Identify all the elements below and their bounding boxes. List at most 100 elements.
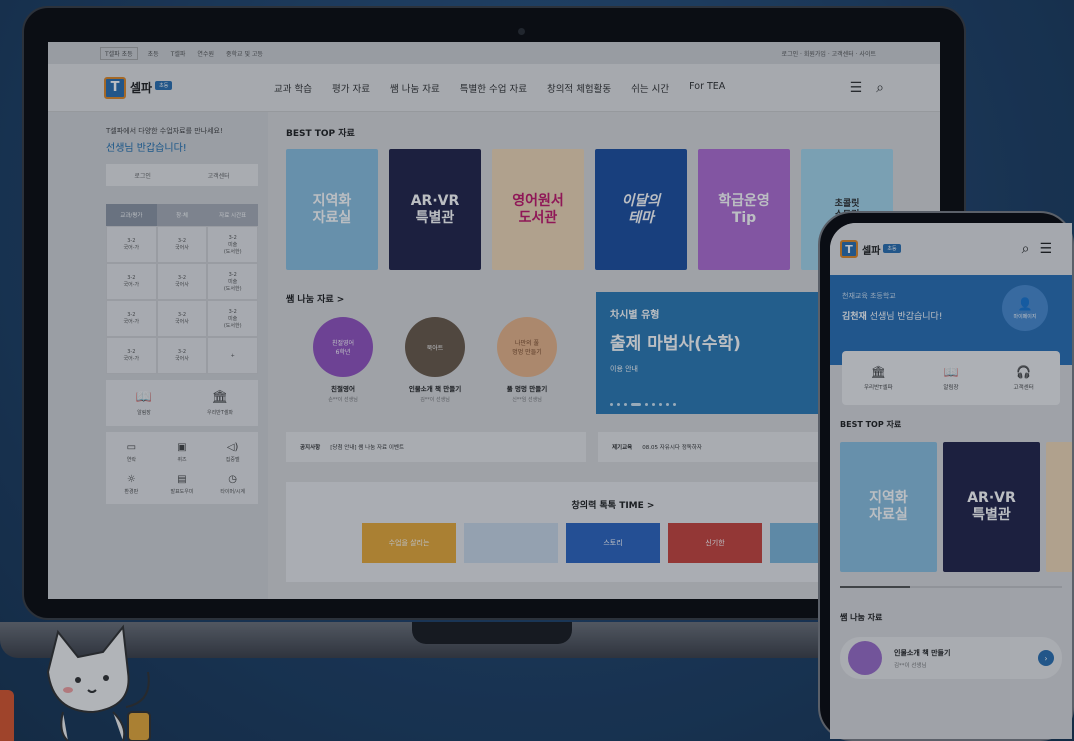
topbar-link[interactable]: T셀파: [171, 49, 186, 58]
share-item[interactable]: 인물소개 책 만들기 김**이 선생님 ›: [840, 637, 1062, 679]
nav-item[interactable]: 평가 자료: [332, 81, 370, 95]
banner-pagination[interactable]: [610, 403, 676, 406]
subject-cell[interactable]: 3-2 국어-가: [106, 300, 157, 337]
quick-links-2: 📖 알림장 🏛 우리반T셀파: [106, 380, 258, 426]
subject-cell[interactable]: 3-2 국어-가: [106, 337, 157, 374]
main-nav: 교과 학습 평가 자료 쌤 나눔 자료 특별한 수업 자료 창의적 체험활동 쉬…: [274, 81, 725, 95]
share-thumb: 친절영어 6학년: [313, 317, 373, 377]
nav-item[interactable]: For TEA: [689, 81, 725, 95]
best-card[interactable]: 학급운영 Tip: [698, 149, 790, 270]
tab-timetable[interactable]: 자료 시간표: [207, 204, 259, 226]
login-link[interactable]: 로그인: [134, 171, 151, 180]
nav-item[interactable]: 특별한 수업 자료: [460, 81, 527, 95]
tool-label: 환경판: [124, 488, 139, 495]
tool-label: 발표도우미: [170, 488, 194, 495]
share-item[interactable]: 북아트 인물소개 책 만들기 김**이 선생님: [400, 317, 470, 403]
tool-label: 타이머/시계: [220, 488, 245, 495]
creative-card[interactable]: [464, 523, 558, 563]
support-link[interactable]: 고객센터: [208, 171, 230, 180]
phone-logo[interactable]: T 셀파 초등: [840, 240, 1010, 258]
best-card[interactable]: 지역화 자료실: [840, 442, 937, 572]
tool-env[interactable]: ☼ 환경판: [106, 468, 157, 500]
quick-label: 알림장: [943, 385, 959, 391]
banner-tag: 차시별 유형: [610, 310, 660, 321]
quick-support[interactable]: 🎧 고객센터: [987, 351, 1060, 405]
best-card[interactable]: 이달의 테마: [595, 149, 687, 270]
topbar-link[interactable]: 초등: [148, 49, 159, 58]
notice-label: 공지사항: [300, 445, 321, 451]
share-item[interactable]: 친절영어 6학년 친절영어 손**이 선생님: [308, 317, 378, 403]
share-item-title: 인물소개 책 만들기: [408, 385, 462, 393]
creative-card[interactable]: 수업을 살리는: [362, 523, 456, 563]
topbar-link[interactable]: 중학교 및 고등: [226, 49, 263, 58]
speaker-icon: ◁): [226, 441, 239, 453]
subject-cell[interactable]: 3-2 국어사: [156, 300, 208, 337]
tool-label: 연락: [126, 456, 136, 463]
notice-board-button[interactable]: 📖 알림장: [106, 380, 182, 426]
best-card[interactable]: 지역화 자료실: [286, 149, 378, 270]
site-logo[interactable]: T 셀파 초등: [104, 76, 274, 99]
creative-card[interactable]: 신기한: [668, 523, 762, 563]
best-card-partial[interactable]: [1046, 442, 1072, 572]
notice-bar[interactable]: 제기교육 08.05 자유시다 정독하자: [598, 432, 828, 462]
subject-cell[interactable]: 3-2 국어-가: [106, 263, 157, 300]
tool-timer[interactable]: ◷ 타이머/시계: [207, 468, 258, 500]
tab-subject[interactable]: 교과/평가: [106, 204, 157, 226]
phone-screen: T 셀파 초등 ⌕ ☰ 천재교육 초등학교 김천재 선생님 반갑습니다! 👤 마…: [830, 223, 1072, 739]
nav-item[interactable]: 쌤 나눔 자료: [390, 81, 440, 95]
best-card[interactable]: 영어원서 도서관: [492, 149, 584, 270]
subject-cell[interactable]: 3-2 국어사: [156, 263, 208, 300]
notice-label: 제기교육: [612, 445, 633, 451]
promo-banner[interactable]: 차시별 유형 출제 마법사(수학) 이용 안내: [596, 292, 836, 414]
tool-contact[interactable]: ▭ 연락: [106, 436, 157, 468]
search-icon[interactable]: ⌕: [1022, 241, 1030, 257]
t-logo-icon: T: [104, 76, 126, 99]
creative-card[interactable]: 스토리: [566, 523, 660, 563]
quick-myclass[interactable]: 🏛 우리반T셀파: [842, 351, 915, 405]
quick-label: 알림장: [137, 410, 151, 416]
share-item[interactable]: 나만의 풀 멍멍 만들기 풀 멍멍 만들기 신**임 선생님: [492, 317, 562, 403]
share-title[interactable]: 쌤 나눔 자료 >: [286, 292, 586, 305]
notice-bar[interactable]: 공지사항 [당첨 안내] 쌤 나눔 자료 이벤트: [286, 432, 586, 462]
logo-text: 셀파: [862, 245, 881, 257]
logo-badge: 초등: [155, 80, 173, 90]
tab-activity[interactable]: 창·체: [156, 204, 208, 226]
topbar-link[interactable]: 연수원: [197, 49, 214, 58]
banner-title: 출제 마법사(수학): [610, 334, 741, 354]
tool-presenter[interactable]: ▤ 발표도우미: [157, 468, 208, 500]
search-icon[interactable]: ⌕: [876, 80, 884, 96]
sidebar-tabs: 교과/평가 창·체 자료 시간표: [106, 204, 259, 226]
subject-cell[interactable]: 3-2 국어사: [156, 226, 208, 263]
my-class-button[interactable]: 🏛 우리반T셀파: [182, 380, 258, 426]
laptop-screen: T셀파 초등 초등 T셀파 연수원 중학교 및 고등 로그인 · 회원가입 · …: [48, 42, 940, 599]
nav-item[interactable]: 교과 학습: [274, 81, 312, 95]
site-body: T셀파에서 다양한 수업자료를 만나세요! 선생님 반갑습니다! 로그인 고객센…: [48, 112, 940, 599]
best-card[interactable]: AR·VR 특별관: [943, 442, 1040, 572]
best-card[interactable]: AR·VR 특별관: [389, 149, 481, 270]
nav-item[interactable]: 쉬는 시간: [631, 81, 669, 95]
share-thumb: 북아트: [405, 317, 465, 377]
menu-icon[interactable]: ☰: [1039, 241, 1052, 257]
quick-label: 고객센터: [1013, 385, 1034, 391]
quick-notice[interactable]: 📖 알림장: [915, 351, 988, 405]
add-subject-button[interactable]: +: [207, 337, 258, 374]
topbar-account-links[interactable]: 로그인 · 회원가입 · 고객센터 · 사이트: [782, 49, 876, 58]
subject-cell[interactable]: 3-2 미술 (도서한): [207, 300, 258, 337]
menu-icon[interactable]: ☰: [850, 80, 863, 96]
subject-cell[interactable]: 3-2 미술 (도서한): [207, 226, 258, 263]
quiz-icon: ▣: [177, 441, 187, 453]
tool-quiz[interactable]: ▣ 퀴즈: [157, 436, 208, 468]
mypage-button[interactable]: 👤 마이페이지: [1002, 285, 1048, 331]
subject-cell[interactable]: 3-2 미술 (도서한): [207, 263, 258, 300]
subject-cell[interactable]: 3-2 국어-가: [106, 226, 157, 263]
share-item-text: 인물소개 책 만들기 김**이 선생님: [894, 648, 950, 669]
subject-cell[interactable]: 3-2 국어사: [156, 337, 208, 374]
share-item-author: 신**임 선생님: [512, 397, 542, 403]
webcam: [518, 28, 525, 35]
phone-header-icons: ⌕ ☰: [1022, 241, 1052, 257]
arrow-right-icon[interactable]: ›: [1038, 650, 1054, 666]
site-select[interactable]: T셀파 초등: [100, 46, 138, 60]
logo-text: 셀파: [130, 81, 153, 95]
tool-bell[interactable]: ◁) 집중벨: [207, 436, 258, 468]
nav-item[interactable]: 창의적 체험활동: [547, 81, 611, 95]
